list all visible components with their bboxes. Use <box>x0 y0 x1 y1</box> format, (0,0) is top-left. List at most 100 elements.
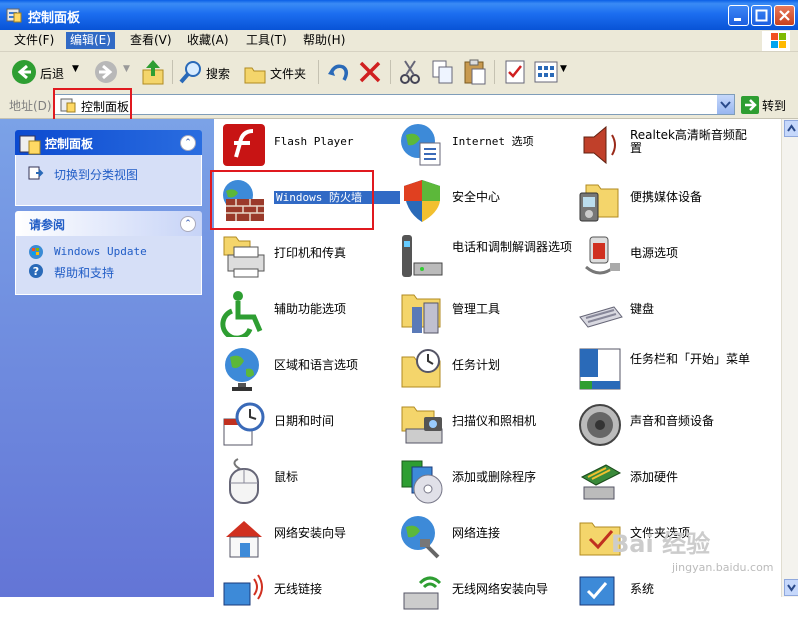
views-dropdown-icon[interactable]: ▼ <box>560 64 567 74</box>
menu-edit[interactable]: 编辑(E) <box>66 32 115 49</box>
item-label: 鼠标 <box>274 470 299 484</box>
menu-view[interactable]: 查看(V) <box>126 32 176 49</box>
item-add-remove-programs[interactable]: 添加或删除程序 <box>394 455 572 509</box>
item-flash-player[interactable]: Flash Player <box>216 119 394 173</box>
title-bar[interactable]: 控制面板 <box>0 0 798 30</box>
forward-dropdown-icon[interactable]: ▼ <box>123 64 130 74</box>
item-label: 添加或删除程序 <box>452 470 537 484</box>
item-wireless-network-wizard[interactable]: 无线网络安装向导 <box>394 567 572 621</box>
views-icon[interactable] <box>533 58 559 86</box>
scroll-down-button[interactable] <box>784 579 798 596</box>
item-security-center[interactable]: 安全中心 <box>394 175 572 229</box>
item-admin-tools[interactable]: 管理工具 <box>394 287 572 341</box>
back-dropdown-icon[interactable]: ▼ <box>72 64 79 74</box>
go-button[interactable]: 转到 <box>762 97 786 114</box>
help-icon: ? <box>29 264 43 278</box>
item-realtek-audio[interactable]: Realtek高清晰音频配置 <box>572 119 750 173</box>
undo-icon[interactable] <box>325 58 351 86</box>
menu-favorites[interactable]: 收藏(A) <box>183 32 233 49</box>
chevron-up-icon <box>787 124 796 132</box>
item-scanners-cameras[interactable]: 扫描仪和照相机 <box>394 399 572 453</box>
item-label: 安全中心 <box>452 190 501 204</box>
item-portable-media[interactable]: 便携媒体设备 <box>572 175 750 229</box>
svg-text:?: ? <box>33 265 39 278</box>
item-keyboard[interactable]: 键盘 <box>572 287 750 341</box>
menu-bar: 文件(F) 编辑(E) 查看(V) 收藏(A) 工具(T) 帮助(H) <box>0 30 798 52</box>
search-icon[interactable] <box>178 58 204 86</box>
item-system[interactable]: 系统 <box>572 567 750 621</box>
item-label: 网络安装向导 <box>274 526 347 540</box>
item-label: 声音和音频设备 <box>630 414 715 428</box>
chevron-up-icon[interactable]: ⌃ <box>180 135 196 151</box>
item-power-options[interactable]: 电源选项 <box>572 231 750 285</box>
item-label: Internet 选项 <box>452 135 534 148</box>
address-dropdown-button[interactable] <box>717 95 734 114</box>
item-mouse[interactable]: 鼠标 <box>216 455 394 509</box>
paste-icon[interactable] <box>462 58 488 86</box>
item-region-language[interactable]: 区域和语言选项 <box>216 343 394 397</box>
watermark: Bai 经验 <box>611 530 711 558</box>
folders-icon[interactable] <box>243 58 267 86</box>
back-button[interactable]: 后退 <box>40 65 64 82</box>
folders-button[interactable]: 文件夹 <box>270 65 306 82</box>
admin-tools-icon <box>401 294 441 334</box>
vertical-scrollbar[interactable] <box>781 119 798 597</box>
menu-tools[interactable]: 工具(T) <box>242 32 291 49</box>
item-accessibility[interactable]: 辅助功能选项 <box>216 287 394 341</box>
maximize-icon <box>755 9 768 22</box>
chevron-up-icon[interactable]: ⌃ <box>180 216 196 232</box>
item-sound-audio[interactable]: 声音和音频设备 <box>572 399 750 453</box>
item-taskbar-start-menu[interactable]: 任务栏和「开始」菜单 <box>572 343 750 397</box>
forward-arrow-icon[interactable] <box>92 58 120 86</box>
up-folder-icon[interactable] <box>141 58 165 86</box>
close-button[interactable] <box>774 5 795 26</box>
item-label: 电话和调制解调器选项 <box>452 240 573 254</box>
scanner-camera-icon <box>401 406 443 444</box>
toolbar-separator <box>390 60 391 84</box>
menu-help[interactable]: 帮助(H) <box>299 32 349 49</box>
keyboard-icon <box>579 306 623 328</box>
back-arrow-icon[interactable] <box>10 58 38 86</box>
scroll-up-button[interactable] <box>784 120 798 137</box>
help-support-link[interactable]: 帮助和支持 <box>54 264 114 281</box>
search-button[interactable]: 搜索 <box>206 65 230 82</box>
minimize-icon <box>734 18 741 21</box>
printer-icon <box>223 236 265 278</box>
item-wireless-link[interactable]: 无线链接 <box>216 567 394 621</box>
properties-icon[interactable] <box>502 58 528 86</box>
region-language-icon <box>225 348 259 391</box>
panel-header[interactable]: 控制面板 ⌃ <box>15 130 202 155</box>
delete-icon[interactable] <box>357 58 383 86</box>
address-input[interactable]: 控制面板 <box>54 94 735 115</box>
item-network-setup-wizard[interactable]: 网络安装向导 <box>216 511 394 565</box>
windows-update-link[interactable]: Windows Update <box>54 245 147 258</box>
item-label: Realtek高清晰音频配置 <box>630 128 747 155</box>
menu-file[interactable]: 文件(F) <box>10 32 58 49</box>
item-internet-options[interactable]: Internet 选项 <box>394 119 572 173</box>
panel-header[interactable]: 请参阅 ⌃ <box>15 211 202 236</box>
maximize-button[interactable] <box>751 5 772 26</box>
windows-update-icon <box>29 245 43 259</box>
copy-icon[interactable] <box>430 58 456 86</box>
go-arrow-icon[interactable] <box>740 95 760 115</box>
watermark-url: jingyan.baidu.com <box>672 561 774 574</box>
item-label: 日期和时间 <box>274 414 335 428</box>
item-add-hardware[interactable]: 添加硬件 <box>572 455 750 509</box>
security-center-icon <box>404 180 440 222</box>
item-scheduled-tasks[interactable]: 任务计划 <box>394 343 572 397</box>
switch-category-view-link[interactable]: 切换到分类视图 <box>54 166 138 183</box>
panel-title: 控制面板 <box>45 137 94 151</box>
control-panel-icon <box>19 135 41 155</box>
item-phone-modem[interactable]: 电话和调制解调器选项 <box>394 231 572 285</box>
annotation-highlight-address <box>53 88 132 121</box>
system-icon <box>579 576 615 606</box>
panel-control-panel: 控制面板 ⌃ 切换到分类视图 <box>15 130 202 206</box>
item-date-time[interactable]: 日期和时间 <box>216 399 394 453</box>
item-label: Flash Player <box>274 135 354 148</box>
chevron-down-icon <box>787 584 796 592</box>
cut-icon[interactable] <box>397 58 423 86</box>
item-network-connections[interactable]: 网络连接 <box>394 511 572 565</box>
item-printers-faxes[interactable]: 打印机和传真 <box>216 231 394 285</box>
minimize-button[interactable] <box>728 5 749 26</box>
item-label: 辅助功能选项 <box>274 302 347 316</box>
